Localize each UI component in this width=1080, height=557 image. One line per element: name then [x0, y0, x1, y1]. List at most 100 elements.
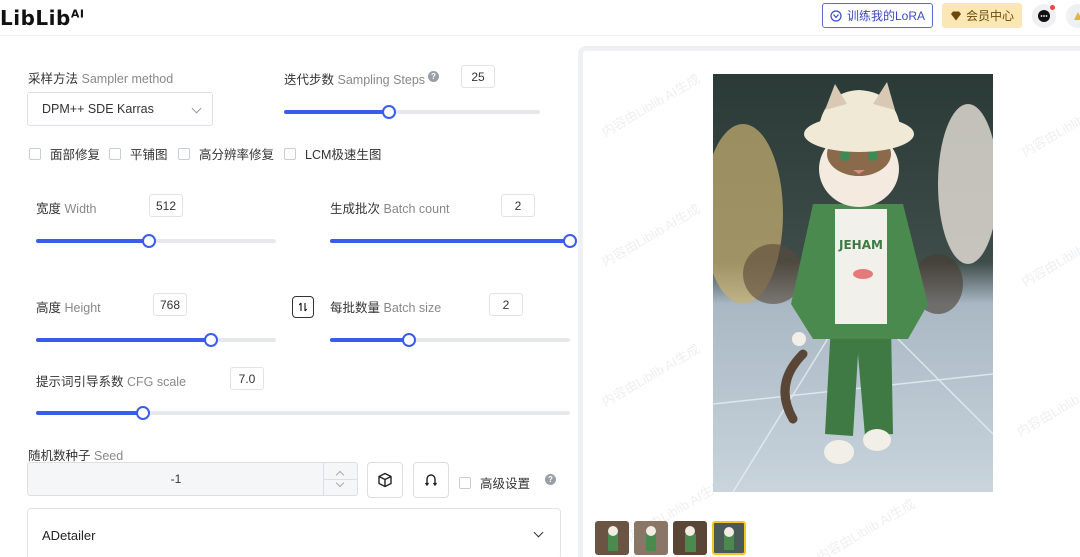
batch-size-label-en: Batch size: [383, 301, 442, 315]
advanced-settings-checkbox[interactable]: 高级设置: [459, 473, 530, 492]
height-label-cn: 高度: [36, 301, 62, 315]
height-input[interactable]: 768: [153, 293, 187, 316]
sampler-value: DPM++ SDE Karras: [42, 102, 154, 116]
slider-fill: [284, 110, 389, 114]
diamond-icon: [950, 11, 961, 20]
svg-text:JEHAM: JEHAM: [838, 238, 883, 252]
slider-fill: [36, 239, 149, 243]
sampler-label-cn: 采样方法: [28, 72, 79, 86]
thumbnail-4-selected[interactable]: [712, 521, 746, 555]
cfg-slider[interactable]: [36, 406, 570, 420]
recycle-icon: [424, 474, 438, 487]
generated-image[interactable]: JEHAM: [713, 74, 993, 492]
batch-count-label: 生成批次 Batch count: [330, 198, 450, 217]
chevron-down-icon[interactable]: [335, 478, 345, 488]
sampler-label-en: Sampler method: [81, 72, 174, 86]
lcm-checkbox[interactable]: LCM极速生图: [284, 144, 381, 163]
batch-count-input[interactable]: 2: [501, 194, 535, 217]
chevron-down-icon[interactable]: [533, 527, 544, 538]
thumbnail-2[interactable]: [634, 521, 668, 555]
checkbox-box[interactable]: [109, 147, 121, 160]
width-input[interactable]: 512: [149, 194, 183, 217]
steps-value: 25: [471, 69, 485, 84]
height-slider[interactable]: [36, 333, 276, 347]
batch-count-label-cn: 生成批次: [330, 202, 381, 216]
seed-label-cn: 随机数种子: [28, 449, 91, 463]
tiling-checkbox[interactable]: 平铺图: [109, 144, 168, 163]
seed-value[interactable]: -1: [28, 463, 324, 495]
steps-slider[interactable]: [284, 105, 540, 119]
liblib-logo[interactable]: LibLibAI: [0, 6, 84, 30]
slider-handle[interactable]: [141, 234, 156, 248]
slider-fill: [36, 338, 212, 342]
height-value: 768: [159, 297, 181, 312]
cfg-input[interactable]: 7.0: [230, 367, 264, 390]
logo-text: LibLib: [0, 6, 71, 30]
lora-button-label: 训练我的LoRA: [846, 9, 926, 23]
steps-input[interactable]: 25: [461, 65, 495, 88]
batch-size-input[interactable]: 2: [489, 293, 523, 316]
thumbnail-image: [595, 521, 629, 555]
seed-input[interactable]: -1: [27, 462, 358, 496]
checkbox-label: 平铺图: [130, 148, 168, 162]
seed-stepper[interactable]: [323, 463, 358, 495]
checkbox-box[interactable]: [284, 147, 296, 160]
width-label-en: Width: [64, 202, 97, 216]
sampler-select[interactable]: DPM++ SDE Karras: [27, 92, 213, 126]
thumbnail-image: [673, 521, 707, 555]
batch-size-value: 2: [502, 297, 510, 312]
recycle-seed-button[interactable]: [413, 462, 449, 498]
user-avatar[interactable]: [1066, 4, 1080, 28]
height-label: 高度 Height: [36, 297, 101, 316]
slider-handle[interactable]: [381, 105, 396, 119]
cat-runway-illustration: JEHAM: [713, 74, 993, 492]
width-value: 512: [155, 198, 177, 213]
checkbox-label: LCM极速生图: [305, 148, 382, 162]
width-label: 宽度 Width: [36, 198, 96, 217]
slider-handle[interactable]: [204, 333, 219, 347]
thumbnail-3[interactable]: [673, 521, 707, 555]
slider-fill: [330, 239, 570, 243]
batch-count-slider[interactable]: [330, 234, 577, 248]
seed-label-en: Seed: [94, 449, 124, 463]
steps-label-cn: 迭代步数: [284, 73, 335, 87]
chevron-down-icon: [191, 103, 202, 114]
random-seed-button[interactable]: [367, 462, 403, 498]
thumbnail-image: [714, 523, 744, 553]
chat-bubble-icon: [1038, 10, 1050, 22]
steps-label: 迭代步数 Sampling Steps: [284, 69, 425, 88]
help-icon[interactable]: ?: [428, 71, 439, 82]
logo-sup: AI: [70, 7, 85, 21]
slider-handle[interactable]: [135, 406, 150, 420]
cfg-label: 提示词引导系数 CFG scale: [36, 371, 186, 390]
train-lora-button[interactable]: 训练我的LoRA: [822, 3, 933, 28]
vip-center-button[interactable]: 会员中心: [942, 3, 1022, 28]
checkbox-box[interactable]: [29, 147, 41, 160]
checkbox-label: 高分辨率修复: [199, 148, 275, 162]
face-restore-checkbox[interactable]: 面部修复: [29, 144, 100, 163]
dice-cube-icon: [378, 472, 392, 488]
vip-button-label: 会员中心: [965, 9, 1014, 23]
slider-handle[interactable]: [563, 234, 577, 248]
slider-fill: [330, 338, 410, 342]
steps-label-en: Sampling Steps: [337, 73, 426, 87]
batch-count-label-en: Batch count: [383, 202, 450, 216]
height-label-en: Height: [64, 301, 101, 315]
avatar-icon: [1074, 12, 1080, 20]
batch-size-slider[interactable]: [330, 333, 570, 347]
slider-fill: [36, 411, 143, 415]
adetailer-title: ADetailer: [42, 528, 96, 543]
thumbnail-image: [634, 521, 668, 555]
width-slider[interactable]: [36, 234, 276, 248]
cfg-value: 7.0: [238, 371, 256, 386]
notification-dot: [1050, 5, 1055, 10]
adetailer-panel[interactable]: ADetailer: [27, 508, 561, 557]
checkbox-box[interactable]: [178, 147, 190, 160]
help-icon[interactable]: ?: [545, 474, 556, 485]
thumbnail-1[interactable]: [595, 521, 629, 555]
hires-fix-checkbox[interactable]: 高分辨率修复: [178, 144, 274, 163]
slider-handle[interactable]: [402, 333, 417, 347]
checkbox-box[interactable]: [459, 476, 471, 489]
swap-dimensions-button[interactable]: [292, 296, 314, 318]
checkbox-label: 面部修复: [50, 148, 101, 162]
